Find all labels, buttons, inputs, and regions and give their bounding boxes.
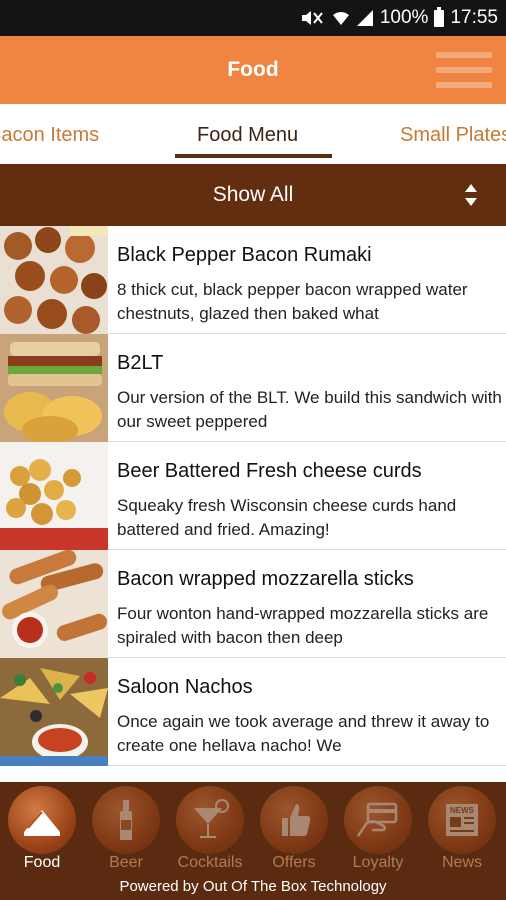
item-title: Saloon Nachos <box>117 676 253 698</box>
status-icons: 100% 17:55 <box>300 5 498 31</box>
filter-label: Show All <box>212 183 294 206</box>
app-bar: Food <box>0 36 506 104</box>
nav-cocktails[interactable]: Cocktails <box>168 782 252 878</box>
tab-small-plates[interactable]: Small Plates <box>400 104 506 164</box>
list-item[interactable]: Black Pepper Bacon Rumaki 8 thick cut, b… <box>0 226 506 334</box>
bottom-navigation: Food Beer Cocktails Offers Loyalty NEWS <box>0 782 506 900</box>
nav-beer[interactable]: Beer <box>84 782 168 878</box>
wifi-icon <box>332 9 350 27</box>
battery-percent: 100% <box>379 7 429 28</box>
powered-by-footer: Powered by Out Of The Box Technology <box>119 878 387 895</box>
list-item[interactable]: Beer Battered Fresh cheese curds Squeaky… <box>0 442 506 550</box>
food-icon <box>8 786 76 854</box>
battery-icon <box>434 6 445 27</box>
item-description: Four wonton hand-wrapped mozzarella stic… <box>117 604 489 647</box>
nav-loyalty[interactable]: Loyalty <box>336 782 420 878</box>
nav-label: Food <box>23 854 61 871</box>
card-in-hand-icon <box>344 786 412 854</box>
item-description: Our version of the BLT. We build this sa… <box>117 388 502 431</box>
news-badge-text: NEWS <box>450 806 475 815</box>
nav-offers[interactable]: Offers <box>252 782 336 878</box>
nav-label: Beer <box>109 854 143 871</box>
mute-icon <box>300 9 326 27</box>
food-list: Black Pepper Bacon Rumaki 8 thick cut, b… <box>0 226 506 782</box>
food-thumbnail <box>0 658 108 766</box>
active-tab-indicator <box>175 154 332 158</box>
tab-bacon-items[interactable]: Bacon Items <box>0 104 99 164</box>
list-item[interactable]: B2LT Our version of the BLT. We build th… <box>0 334 506 442</box>
list-item[interactable]: Saloon Nachos Once again we took average… <box>0 658 506 766</box>
list-item[interactable]: Bacon wrapped mozzarella sticks Four won… <box>0 550 506 658</box>
food-thumbnail <box>0 550 108 658</box>
item-title: Bacon wrapped mozzarella sticks <box>117 568 414 590</box>
item-description: 8 thick cut, black pepper bacon wrapped … <box>117 280 468 323</box>
page-title: Food <box>227 58 279 81</box>
item-title: Black Pepper Bacon Rumaki <box>117 244 372 266</box>
nav-food[interactable]: Food <box>0 782 84 878</box>
hamburger-menu-icon[interactable] <box>436 52 492 88</box>
item-description: Squeaky fresh Wisconsin cheese curds han… <box>117 496 457 539</box>
newspaper-icon: NEWS <box>428 786 496 854</box>
signal-icon <box>356 9 374 27</box>
nav-label: Cocktails <box>177 854 243 871</box>
food-thumbnail <box>0 442 108 550</box>
thumbs-up-icon <box>260 786 328 854</box>
beer-bottle-icon <box>92 786 160 854</box>
status-bar: 100% 17:55 <box>0 0 506 36</box>
item-description: Once again we took average and threw it … <box>117 712 490 755</box>
nav-label: Loyalty <box>352 854 404 871</box>
filter-dropdown[interactable]: Show All <box>0 164 506 226</box>
item-title: Beer Battered Fresh cheese curds <box>117 460 422 482</box>
sort-arrows-icon <box>465 184 477 206</box>
cocktail-glass-icon <box>176 786 244 854</box>
food-thumbnail <box>0 226 108 334</box>
food-thumbnail <box>0 334 108 442</box>
nav-label: Offers <box>272 854 316 871</box>
item-title: B2LT <box>117 352 164 374</box>
nav-news[interactable]: NEWS News <box>420 782 504 878</box>
clock: 17:55 <box>450 7 498 28</box>
nav-label: News <box>441 854 482 871</box>
